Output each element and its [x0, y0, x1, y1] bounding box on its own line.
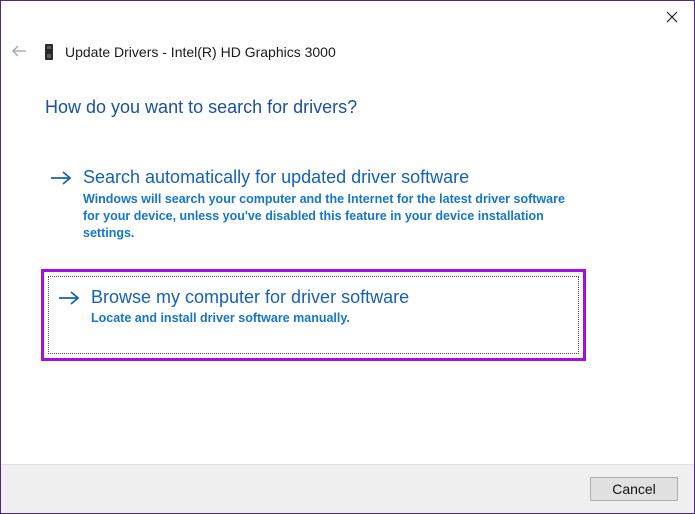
browse-computer-option[interactable]: Browse my computer for driver software L… [41, 269, 586, 361]
option-title: Browse my computer for driver software [91, 287, 410, 307]
footer-bar: Cancel [1, 464, 694, 513]
arrow-right-icon [57, 288, 83, 308]
close-icon [666, 11, 678, 23]
device-icon [43, 44, 55, 60]
title-bar: Update Drivers - Intel(R) HD Graphics 30… [43, 43, 336, 61]
back-button[interactable] [9, 41, 29, 61]
cancel-button[interactable]: Cancel [590, 477, 678, 501]
option-description: Windows will search your computer and th… [83, 192, 565, 240]
window-title: Update Drivers - Intel(R) HD Graphics 30… [65, 44, 336, 60]
back-arrow-icon [12, 45, 26, 57]
option-description: Locate and install driver software manua… [91, 311, 350, 325]
close-button[interactable] [652, 3, 692, 31]
update-drivers-window: Update Drivers - Intel(R) HD Graphics 30… [0, 0, 695, 514]
arrow-right-icon [49, 168, 75, 188]
search-automatically-option[interactable]: Search automatically for updated driver … [49, 167, 579, 242]
option-title: Search automatically for updated driver … [83, 167, 470, 187]
page-heading: How do you want to search for drivers? [45, 97, 358, 117]
